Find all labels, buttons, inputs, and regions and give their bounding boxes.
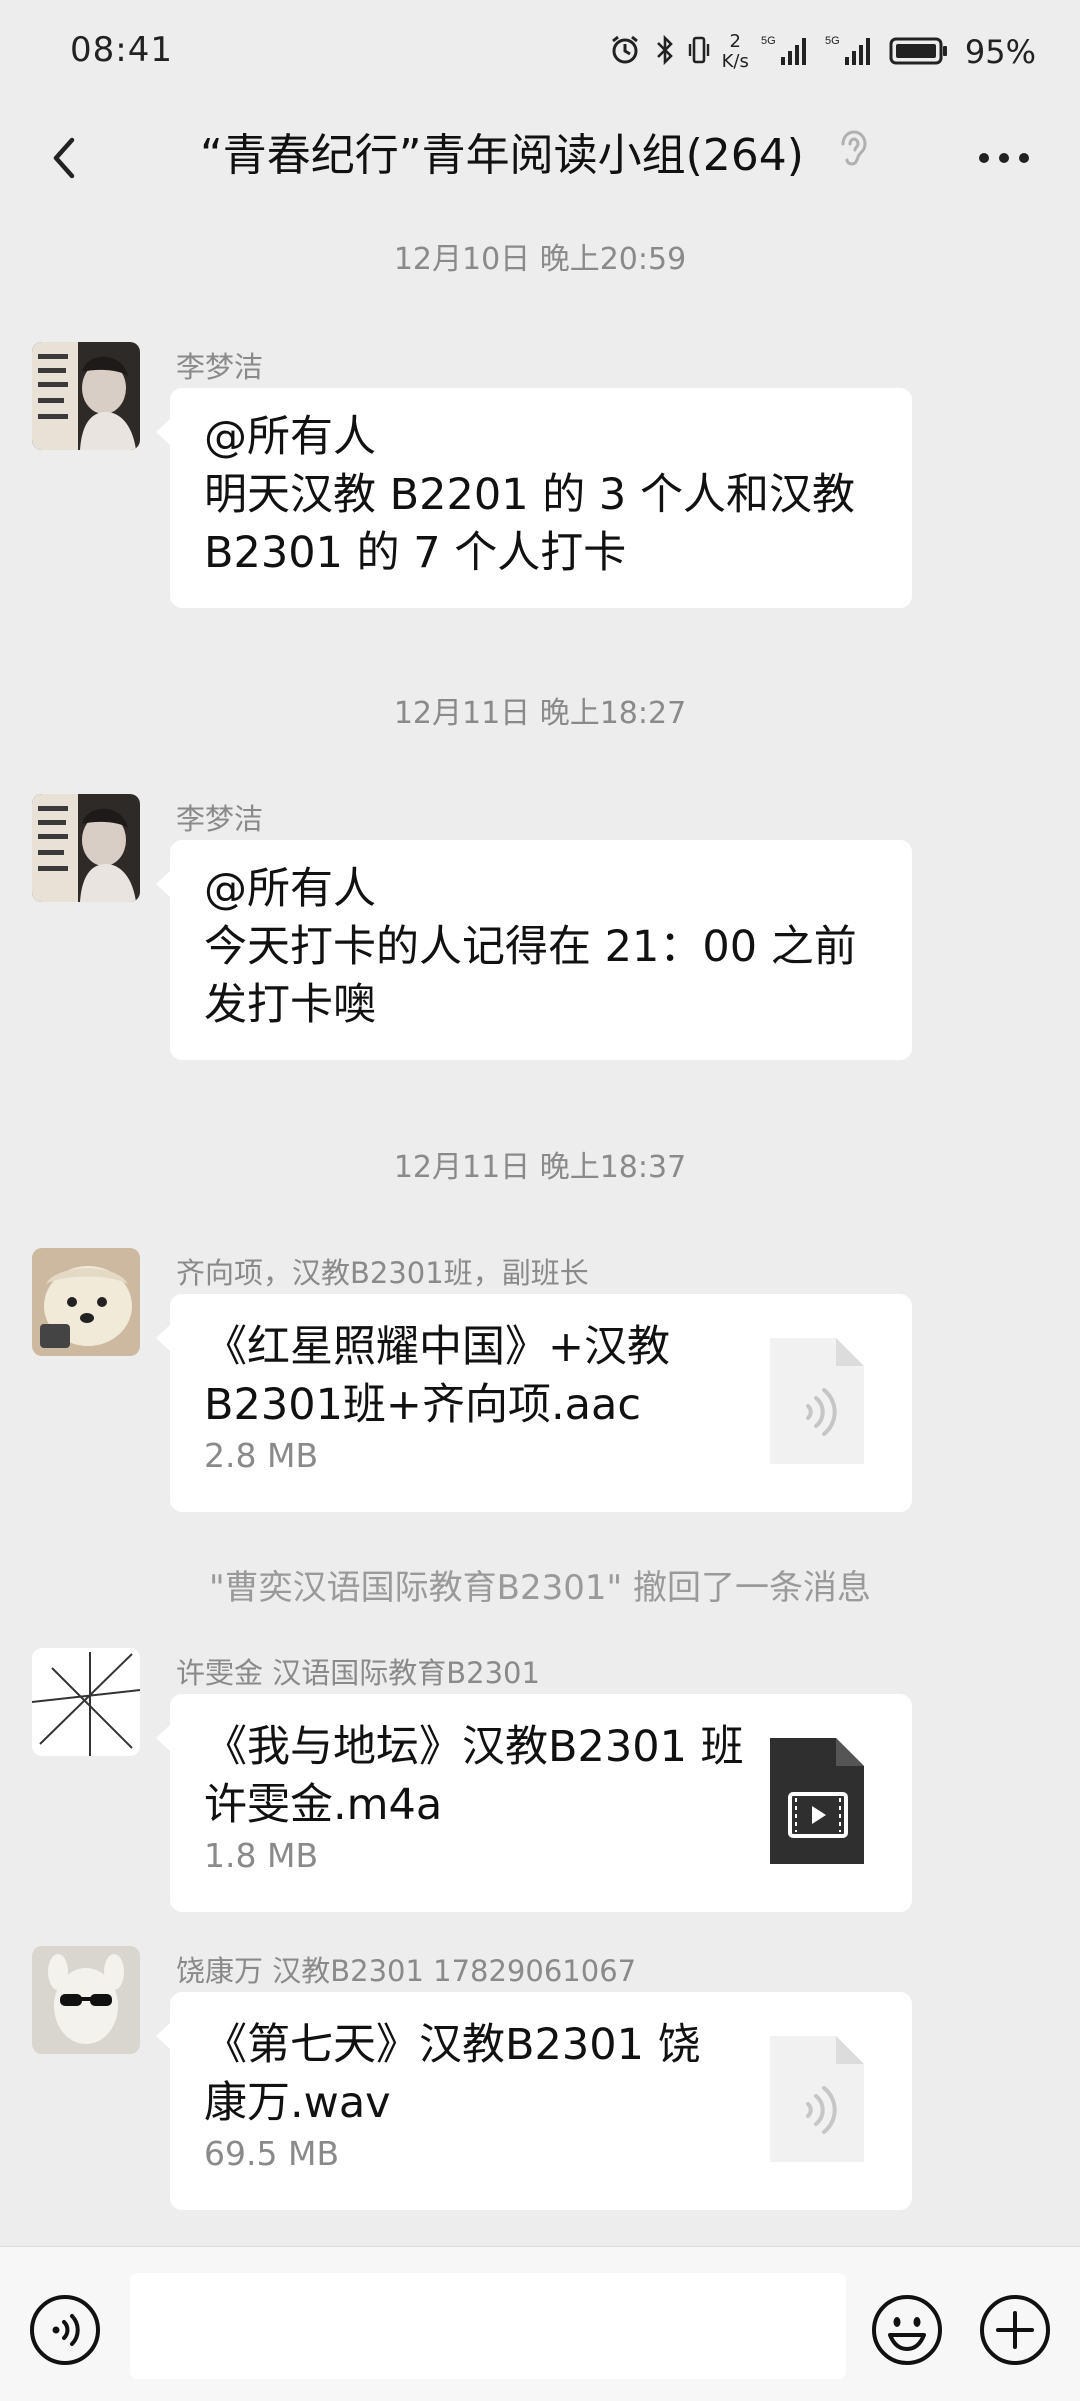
status-time: 08:41 (70, 30, 173, 70)
message-text: @所有人 今天打卡的人记得在 21：00 之前 发打卡噢 (204, 860, 882, 1034)
emoji-icon (872, 2295, 942, 2365)
message-bubble[interactable]: @所有人 明天汉教 B2201 的 3 个人和汉教 B2301 的 7 个人打卡 (156, 388, 912, 608)
signal-icon: 5G (761, 33, 813, 71)
chat-title: “青春纪行”青年阅读小组(264) (200, 130, 804, 181)
input-bar (0, 2246, 1080, 2401)
audio-file-icon (768, 1336, 866, 1466)
file-name-line: 许雯金.m4a (204, 1780, 443, 1830)
message-line: 明天汉教 B2201 的 3 个人和汉教 (204, 470, 855, 520)
bluetooth-icon (654, 33, 676, 71)
message-line: @所有人 (204, 412, 376, 462)
file-message[interactable]: 《红星照耀中国》+汉教 B2301班+齐向项.aac 2.8 MB (156, 1294, 912, 1512)
file-name: 《第七天》汉教B2301 饶 康万.wav (204, 2016, 704, 2132)
battery-percent: 95% (964, 33, 1036, 71)
avatar[interactable] (32, 1946, 140, 2054)
signal-1-label: 5G (761, 35, 776, 47)
sender-name: 许雯金 汉语国际教育B2301 (176, 1656, 540, 1690)
file-name-line: 康万.wav (204, 2078, 391, 2128)
avatar[interactable] (32, 342, 140, 450)
video-file-icon (768, 1736, 866, 1866)
timestamp: 12月11日 晚上18:37 (393, 1150, 687, 1185)
message-line: B2301 的 7 个人打卡 (204, 528, 627, 578)
file-size: 1.8 MB (204, 1836, 319, 1875)
sender-name: 李梦洁 (176, 350, 264, 384)
message-line: 今天打卡的人记得在 21：00 之前 (204, 922, 857, 972)
timestamp: 12月10日 晚上20:59 (393, 242, 687, 277)
status-bar: 08:41 2 K/s 5G 5G 95% (0, 0, 1080, 100)
avatar[interactable] (32, 1648, 140, 1756)
file-size: 2.8 MB (204, 1436, 319, 1475)
plus-icon (980, 2295, 1050, 2365)
message-line: @所有人 (204, 864, 376, 914)
avatar[interactable] (32, 794, 140, 902)
file-name: 《红星照耀中国》+汉教 B2301班+齐向项.aac (204, 1318, 704, 1434)
alarm-icon (608, 33, 642, 71)
net-speed: 2 K/s (722, 32, 749, 72)
file-name-line: B2301班+齐向项.aac (204, 1380, 641, 1430)
more-functions-button[interactable] (978, 2293, 1052, 2367)
file-name: 《我与地坛》汉教B2301 班 许雯金.m4a (204, 1718, 744, 1834)
file-name-line: 《第七天》汉教B2301 饶 (204, 2020, 701, 2070)
file-message[interactable]: 《我与地坛》汉教B2301 班 许雯金.m4a 1.8 MB (156, 1694, 912, 1912)
file-message[interactable]: 《第七天》汉教B2301 饶 康万.wav 69.5 MB (156, 1992, 912, 2210)
avatar[interactable] (32, 1248, 140, 1356)
message-line: 发打卡噢 (204, 980, 376, 1030)
voice-icon (30, 2295, 100, 2365)
net-speed-value: 2 (729, 31, 741, 52)
emoji-button[interactable] (870, 2293, 944, 2367)
voice-input-button[interactable] (28, 2293, 102, 2367)
status-icons: 2 K/s 5G 5G 95% (608, 22, 1036, 82)
message-text: @所有人 明天汉教 B2201 的 3 个人和汉教 B2301 的 7 个人打卡 (204, 408, 882, 582)
sender-name: 饶康万 汉教B2301 17829061067 (176, 1954, 637, 1988)
signal-2-label: 5G (825, 35, 840, 47)
file-size: 69.5 MB (204, 2134, 340, 2173)
sender-name: 李梦洁 (176, 802, 264, 836)
file-name-line: 《我与地坛》汉教B2301 班 (204, 1722, 744, 1772)
net-speed-unit: K/s (721, 51, 749, 72)
recall-notice: "曹奕汉语国际教育B2301" 撤回了一条消息 (209, 1568, 871, 1608)
message-input[interactable] (130, 2273, 846, 2379)
signal-icon-2: 5G (825, 33, 877, 71)
chevron-left-icon (53, 137, 75, 179)
file-name-line: 《红星照耀中国》+汉教 (204, 1322, 671, 1372)
back-button[interactable] (36, 122, 100, 194)
vibrate-icon (688, 33, 710, 71)
message-bubble[interactable]: @所有人 今天打卡的人记得在 21：00 之前 发打卡噢 (156, 840, 912, 1060)
nav-bar: “青春纪行”青年阅读小组(264) (0, 100, 1080, 216)
more-dots-icon (979, 153, 1029, 163)
battery-icon (889, 33, 949, 71)
audio-file-icon (768, 2034, 866, 2164)
timestamp: 12月11日 晚上18:27 (393, 696, 687, 731)
more-button[interactable] (964, 122, 1044, 194)
sender-name: 齐向项，汉教B2301班，副班长 (176, 1256, 589, 1290)
mute-notification-icon (835, 126, 871, 174)
